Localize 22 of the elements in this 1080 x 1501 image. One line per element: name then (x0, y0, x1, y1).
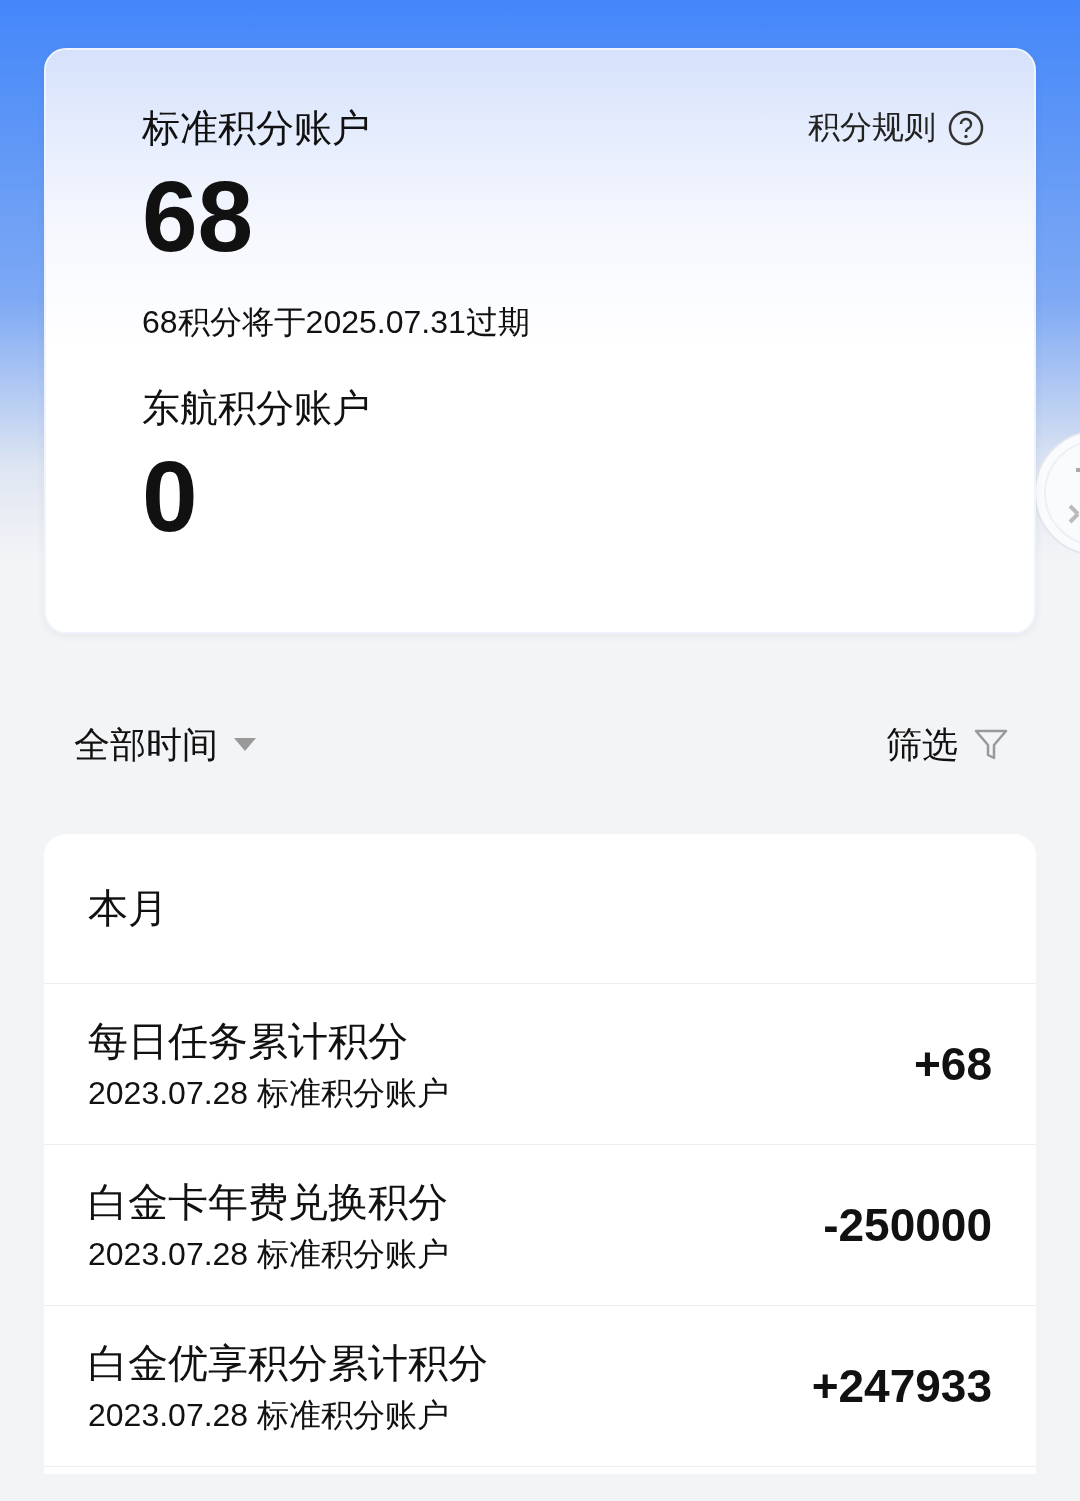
record-date-account: 2023.07.28 标准积分账户 (88, 1396, 451, 1435)
caret-icon (234, 738, 256, 752)
record-title: 白金卡年费兑换积分 (88, 1179, 449, 1226)
record-title: 每日任务累计积分 (88, 1018, 409, 1065)
record-date-account: 2023.07.28 标准积分账户 (88, 1235, 450, 1274)
points-balance: 0 (142, 442, 199, 550)
record-title: 白金优享积分累计积分 (88, 1340, 488, 1387)
filter-button[interactable]: 筛选 (886, 720, 1008, 770)
time-range-dropdown[interactable]: 全部时间 (74, 720, 256, 770)
help-icon (948, 110, 984, 146)
filter-icon (974, 729, 1008, 761)
account-title: 标准积分账户 (142, 106, 370, 151)
points-balance: 68 (142, 162, 255, 270)
expiry-note: 68积分将于2025.07.31过期 (142, 303, 531, 342)
record-date-account: 2023.07.28 标准积分账户 (88, 1074, 450, 1113)
account-title: 东航积分账户 (142, 386, 371, 431)
section-header: 本月 (44, 834, 1036, 984)
points-amount: +247933 (811, 1359, 992, 1413)
floating-tool-icon[interactable] (1034, 430, 1080, 556)
points-amount: +68 (913, 1037, 992, 1091)
points-amount: -250000 (823, 1198, 992, 1252)
rules-link[interactable]: 积分规则 (808, 106, 984, 150)
